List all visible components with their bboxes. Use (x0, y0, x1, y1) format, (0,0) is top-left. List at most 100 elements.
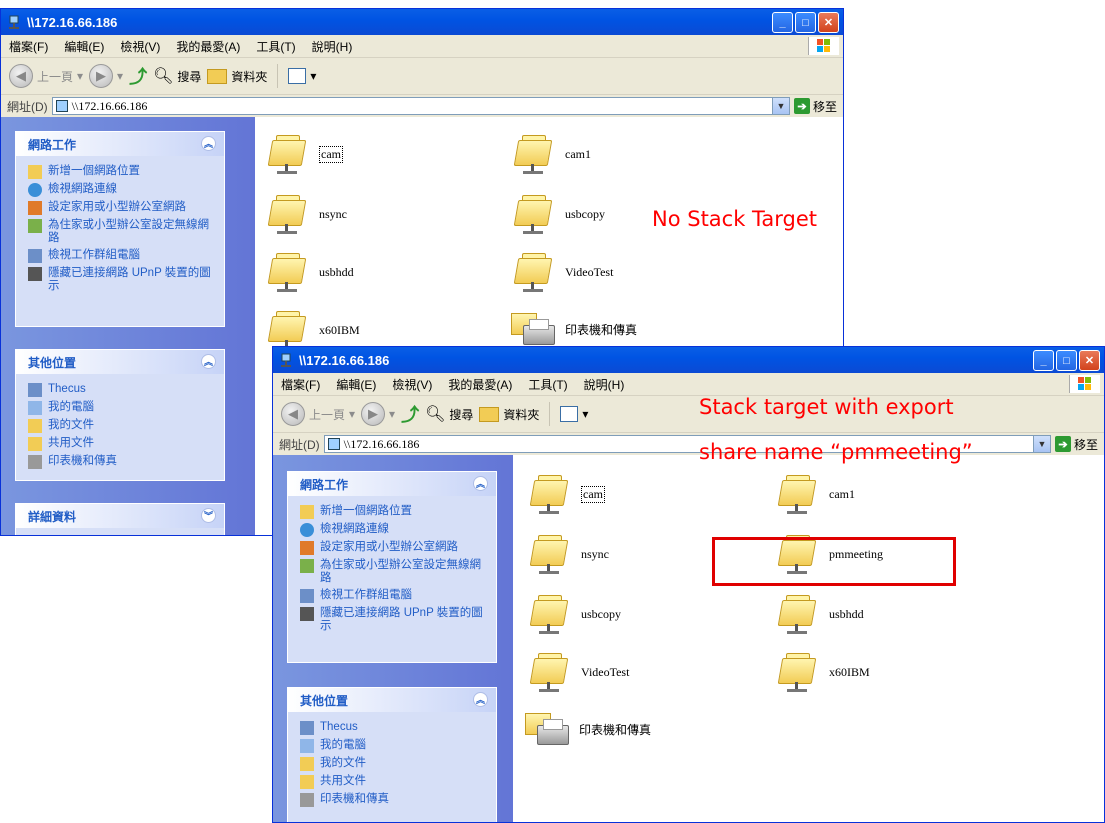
go-button[interactable]: ➔ 移至 (1054, 436, 1104, 453)
share-item[interactable]: nsync (529, 533, 609, 575)
menu-tools[interactable]: 工具(T) (528, 376, 567, 393)
menu-edit[interactable]: 編輯(E) (64, 38, 104, 55)
share-item[interactable]: cam (529, 473, 605, 515)
chevron-down-icon[interactable]: ▼ (771, 98, 789, 114)
panel-header[interactable]: 網路工作 ︽ (16, 132, 224, 156)
collapse-chevron-icon[interactable]: ︽ (201, 136, 216, 151)
menu-help[interactable]: 說明(H) (584, 376, 625, 393)
share-item[interactable]: usbcopy (529, 593, 621, 635)
panel-header[interactable]: 詳細資料 ︾ (16, 504, 224, 528)
up-folder-icon[interactable]: ⤴ (401, 401, 419, 427)
setup-home-network-link[interactable]: 設定家用或小型辦公室網路 (28, 201, 214, 215)
network-folder-icon (529, 651, 571, 693)
file-area: cam cam1 nsync pmmeeting usbcopy usbhdd … (513, 455, 1104, 822)
shared-documents-link[interactable]: 共用文件 (300, 775, 486, 789)
share-item[interactable]: x60IBM (267, 309, 360, 351)
add-network-place-link[interactable]: 新增一個網路位置 (300, 505, 486, 519)
thecus-link[interactable]: Thecus (28, 383, 214, 397)
add-network-place-link[interactable]: 新增一個網路位置 (28, 165, 214, 179)
maximize-button[interactable]: □ (1056, 350, 1077, 371)
my-computer-link[interactable]: 我的電腦 (300, 739, 486, 753)
share-item[interactable]: usbhdd (267, 251, 354, 293)
menu-favorites[interactable]: 我的最愛(A) (448, 376, 512, 393)
menu-edit[interactable]: 編輯(E) (336, 376, 376, 393)
view-workgroup-link[interactable]: 檢視工作群組電腦 (300, 589, 486, 603)
search-icon: 🔍︎ (153, 68, 174, 85)
network-share-icon (327, 438, 340, 450)
panel-header[interactable]: 網路工作 ︽ (288, 472, 496, 496)
chevron-down-icon[interactable]: ▼ (1032, 436, 1050, 452)
share-item[interactable]: cam1 (777, 473, 855, 515)
folders-button[interactable]: 資料夾 (207, 68, 267, 85)
forward-arrow-icon: ▶ (89, 64, 114, 88)
views-button[interactable]: ▾ (560, 406, 588, 422)
printers-faxes-item[interactable]: 印表機和傳真 (525, 709, 651, 749)
share-item[interactable]: usbhdd (777, 593, 864, 635)
network-folder-icon (777, 473, 819, 515)
menu-view[interactable]: 檢視(V) (120, 38, 160, 55)
back-button[interactable]: ◀ 上一頁 ▾ (9, 64, 83, 88)
menu-file[interactable]: 檔案(F) (281, 376, 320, 393)
network-folder-icon (513, 251, 555, 293)
maximize-button[interactable]: □ (795, 12, 816, 33)
printers-faxes-link[interactable]: 印表機和傳真 (300, 793, 486, 807)
printers-faxes-link[interactable]: 印表機和傳真 (28, 455, 214, 469)
collapse-chevron-icon[interactable]: ︽ (201, 354, 216, 369)
title-bar[interactable]: \\172.16.66.186 _ □ ✕ (273, 347, 1104, 373)
folders-button[interactable]: 資料夾 (479, 406, 539, 423)
collapse-chevron-icon[interactable]: ︽ (473, 476, 488, 491)
back-button[interactable]: ◀ 上一頁 ▾ (281, 402, 355, 426)
collapse-chevron-icon[interactable]: ︽ (473, 692, 488, 707)
menu-help[interactable]: 說明(H) (312, 38, 353, 55)
close-button[interactable]: ✕ (818, 12, 839, 33)
share-item[interactable]: x60IBM (777, 651, 870, 693)
share-item[interactable]: usbcopy (513, 193, 605, 235)
hide-upnp-icons-link[interactable]: 隱藏已連接網路 UPnP 裝置的圖示 (300, 607, 486, 633)
folder-icon (207, 68, 228, 84)
network-folder-icon (267, 193, 309, 235)
share-item[interactable]: cam (267, 133, 343, 175)
setup-wireless-network-link[interactable]: 為住家或小型辦公室設定無線網路 (28, 219, 214, 245)
minimize-button[interactable]: _ (1033, 350, 1054, 371)
workgroup-icon (28, 383, 42, 397)
printers-faxes-item[interactable]: 印表機和傳真 (511, 309, 637, 349)
workgroup-icon (300, 589, 314, 603)
menu-tools[interactable]: 工具(T) (256, 38, 295, 55)
view-network-connections-link[interactable]: 檢視網路連線 (28, 183, 214, 197)
share-item[interactable]: nsync (267, 193, 347, 235)
address-input[interactable]: \\172.16.66.186 ▼ (51, 97, 790, 115)
search-button[interactable]: 🔍︎ 搜尋 (153, 66, 201, 86)
my-computer-link[interactable]: 我的電腦 (28, 401, 214, 415)
go-button[interactable]: ➔ 移至 (793, 98, 843, 115)
share-item[interactable]: cam1 (513, 133, 591, 175)
view-workgroup-link[interactable]: 檢視工作群組電腦 (28, 249, 214, 263)
minimize-button[interactable]: _ (772, 12, 793, 33)
forward-button[interactable]: ▶ ▾ (89, 64, 123, 88)
expand-chevron-icon[interactable]: ︾ (201, 508, 216, 523)
my-documents-link[interactable]: 我的文件 (300, 757, 486, 771)
menu-file[interactable]: 檔案(F) (9, 38, 48, 55)
thecus-link[interactable]: Thecus (300, 721, 486, 735)
documents-icon (300, 757, 314, 771)
computer-icon (28, 401, 42, 415)
panel-header[interactable]: 其他位置 ︽ (288, 688, 496, 712)
title-bar[interactable]: \\172.16.66.186 _ □ ✕ (1, 9, 843, 35)
menu-favorites[interactable]: 我的最愛(A) (176, 38, 240, 55)
panel-header[interactable]: 其他位置 ︽ (16, 350, 224, 374)
setup-wireless-network-link[interactable]: 為住家或小型辦公室設定無線網路 (300, 559, 486, 585)
hide-upnp-icons-link[interactable]: 隱藏已連接網路 UPnP 裝置的圖示 (28, 267, 214, 293)
search-button[interactable]: 🔍︎ 搜尋 (425, 404, 473, 424)
view-network-connections-link[interactable]: 檢視網路連線 (300, 523, 486, 537)
shared-documents-link[interactable]: 共用文件 (28, 437, 214, 451)
close-button[interactable]: ✕ (1079, 350, 1100, 371)
share-item[interactable]: VideoTest (513, 251, 613, 293)
share-item[interactable]: VideoTest (529, 651, 629, 693)
my-documents-link[interactable]: 我的文件 (28, 419, 214, 433)
address-label: 網址(D) (279, 437, 320, 452)
setup-home-network-link[interactable]: 設定家用或小型辦公室網路 (300, 541, 486, 555)
up-folder-icon[interactable]: ⤴ (129, 63, 147, 89)
shared-folder-icon (28, 437, 42, 451)
forward-button[interactable]: ▶ ▾ (361, 402, 395, 426)
views-button[interactable]: ▾ (288, 68, 316, 84)
menu-view[interactable]: 檢視(V) (392, 376, 432, 393)
